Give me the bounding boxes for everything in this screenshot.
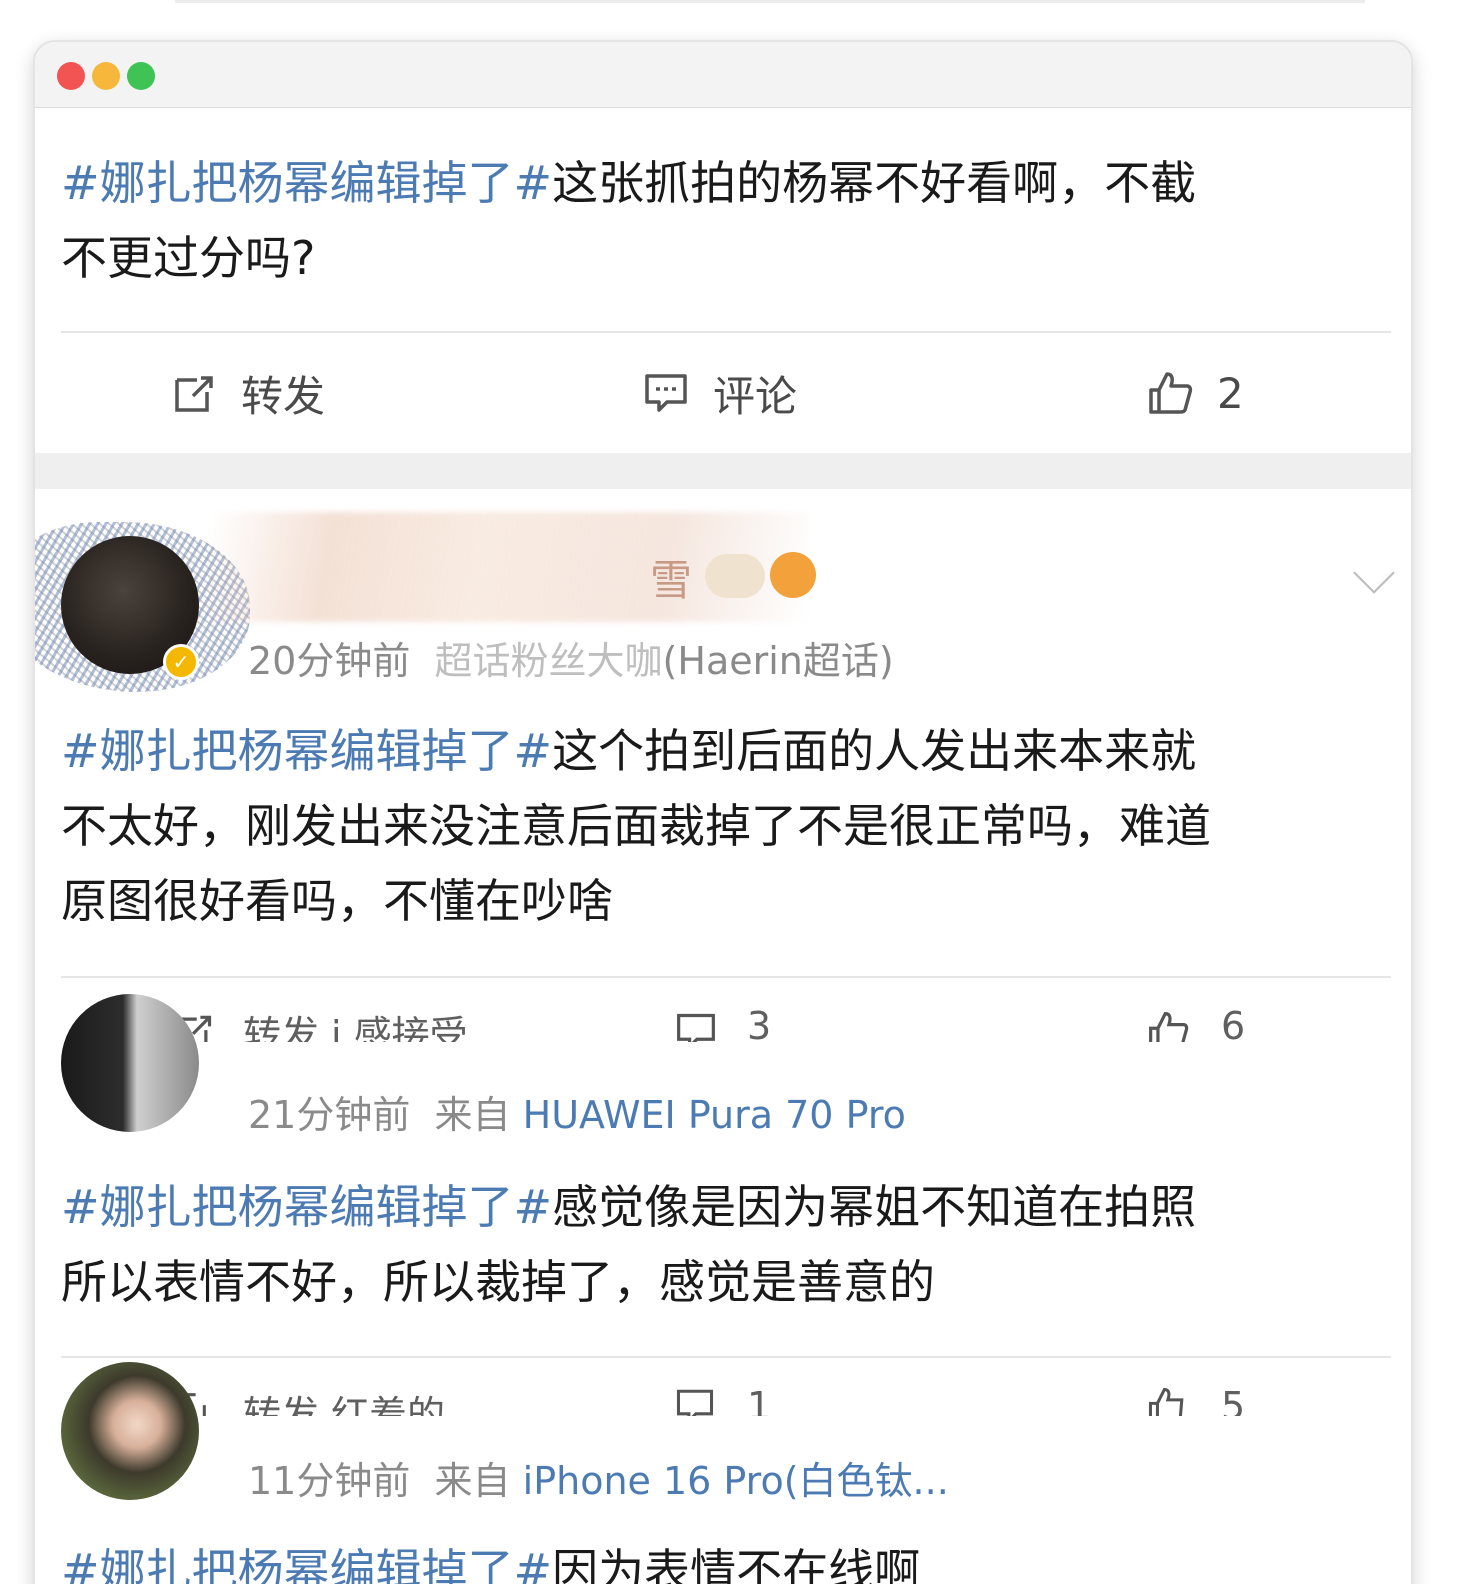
comment-label: 评论 (713, 371, 798, 421)
title-bar (35, 42, 1411, 108)
repost-icon (175, 376, 213, 412)
hashtag-link[interactable]: #娜扎把杨幂编辑掉了# (61, 1180, 552, 1234)
post-2-body-line1: 这个拍到后面的人发出来本来就 (552, 724, 1197, 778)
post-2-body-line2: 不太好，刚发出来没注意后面裁掉了不是很正常吗，难道 (61, 799, 1211, 853)
post-time: 11分钟前 (248, 1459, 411, 1503)
repost-label: 转发 (241, 371, 326, 421)
fish-badge-icon (770, 552, 816, 598)
like-button[interactable]: 2 (1147, 358, 1244, 428)
divider (61, 331, 1391, 333)
post-4-text: #娜扎把杨幂编辑掉了#因为表情不在线啊 (61, 1534, 1391, 1584)
top-edge-line (175, 0, 1365, 3)
overlapped-username: i 感接受 (331, 1013, 468, 1042)
repost-button[interactable]: 转发 (171, 358, 325, 428)
like-icon (1149, 372, 1193, 414)
post-2-meta: 20分钟前 超话粉丝大咖(Haerin超话) (248, 630, 894, 685)
post-time: 20分钟前 (248, 639, 411, 683)
overlapped-username: 红着的 (331, 1393, 446, 1416)
post-source-prefix: 来自 (434, 1459, 511, 1503)
post-source[interactable]: iPhone 16 Pro(白色钛... (523, 1459, 949, 1503)
app-window: #娜扎把杨幂编辑掉了#这张抓拍的杨幂不好看啊，不截 不更过分吗? 转发 评论 2… (33, 40, 1413, 1584)
post-source-blurred: 超话粉丝大咖 (434, 639, 663, 683)
comment-icon[interactable] (675, 1386, 715, 1416)
post-1-text: #娜扎把杨幂编辑掉了#这张抓拍的杨幂不好看啊，不截 不更过分吗? (61, 146, 1391, 296)
chevron-down-icon[interactable] (1353, 552, 1395, 594)
post-source-prefix: 来自 (434, 1093, 511, 1137)
hashtag-link[interactable]: #娜扎把杨幂编辑掉了# (61, 724, 552, 778)
post-source[interactable]: HUAWEI Pura 70 Pro (523, 1093, 906, 1137)
avatar[interactable] (61, 1362, 199, 1500)
avatar[interactable] (61, 994, 199, 1132)
close-window-button[interactable] (57, 62, 85, 90)
post-3-actions: 转发 红着的 1 5 (35, 1382, 1411, 1416)
minimize-window-button[interactable] (92, 62, 120, 90)
section-separator (35, 453, 1411, 489)
like-count: 6 (1221, 1004, 1246, 1042)
post-3-body-line2: 所以表情不好，所以裁掉了，感觉是善意的 (61, 1255, 935, 1309)
repost-label[interactable]: 转发 (243, 1384, 319, 1416)
post-2-body-line3: 原图很好看吗，不懂在吵啥 (61, 874, 613, 928)
post-2-actions: 转发 i 感接受 3 6 (35, 1002, 1411, 1042)
post-source[interactable]: (Haerin超话) (663, 639, 894, 683)
hashtag-link[interactable]: #娜扎把杨幂编辑掉了# (61, 156, 552, 210)
divider (61, 1356, 1391, 1358)
post-1: #娜扎把杨幂编辑掉了#这张抓拍的杨幂不好看啊，不截 不更过分吗? 转发 评论 2 (35, 108, 1411, 453)
post-3-body-line1: 感觉像是因为幂姐不知道在拍照 (552, 1180, 1197, 1234)
repost-label[interactable]: 转发 (243, 1004, 319, 1042)
post-3-text: #娜扎把杨幂编辑掉了#感觉像是因为幂姐不知道在拍照 所以表情不好，所以裁掉了，感… (61, 1170, 1391, 1320)
post-1-body-line1: 这张抓拍的杨幂不好看啊，不截 (552, 156, 1197, 210)
post-3-meta: 21分钟前 来自 HUAWEI Pura 70 Pro (248, 1084, 906, 1139)
username-fragment[interactable]: 雪 (650, 547, 692, 608)
divider (61, 976, 1391, 978)
comment-button[interactable]: 评论 (643, 358, 797, 428)
like-icon[interactable] (1147, 1010, 1189, 1042)
comment-count: 1 (747, 1384, 772, 1416)
comment-icon (645, 374, 687, 412)
like-count: 2 (1217, 368, 1244, 418)
post-1-body-line2: 不更过分吗? (61, 231, 316, 285)
post-1-actions: 转发 评论 2 (35, 358, 1411, 428)
post-4-body-partial: 因为表情不在线啊 (552, 1544, 921, 1584)
maximize-window-button[interactable] (127, 62, 155, 90)
comment-count: 3 (747, 1004, 772, 1042)
comment-icon[interactable] (675, 1010, 717, 1042)
post-2-text: #娜扎把杨幂编辑掉了#这个拍到后面的人发出来本来就 不太好，刚发出来没注意后面裁… (61, 714, 1391, 939)
like-count: 5 (1221, 1384, 1246, 1416)
verified-icon: ✓ (163, 644, 199, 680)
post-4-meta: 11分钟前 来自 iPhone 16 Pro(白色钛... (248, 1450, 949, 1505)
post-time: 21分钟前 (248, 1093, 411, 1137)
like-icon[interactable] (1147, 1386, 1187, 1416)
crown-badge-icon (705, 554, 765, 598)
hashtag-link[interactable]: #娜扎把杨幂编辑掉了# (61, 1544, 552, 1584)
